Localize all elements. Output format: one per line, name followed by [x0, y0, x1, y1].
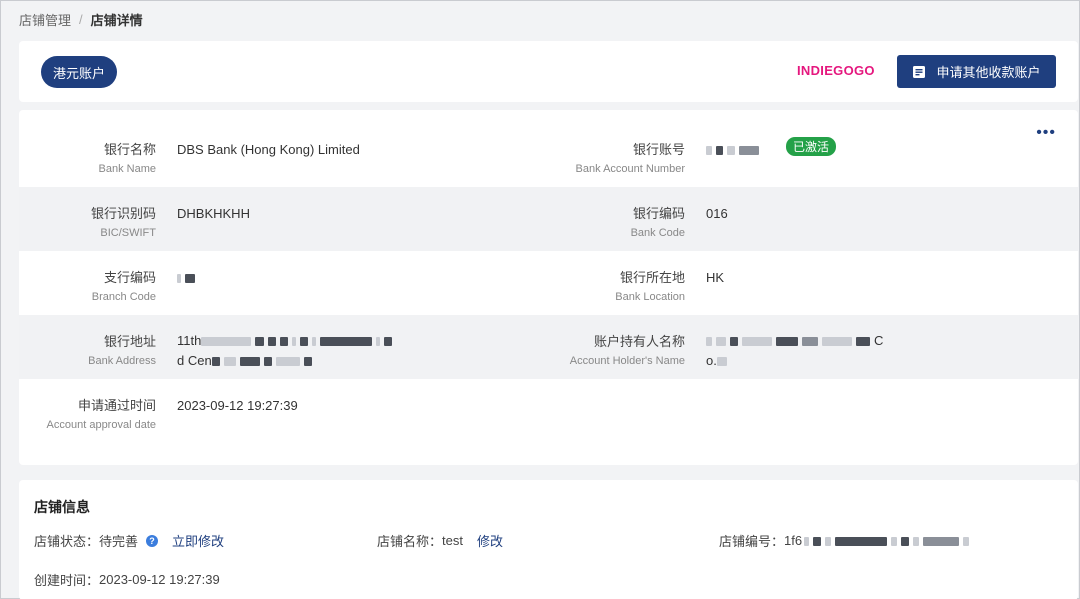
holder-name-line1: C — [874, 333, 884, 348]
tab-hkd-account[interactable]: 港元账户 — [41, 56, 118, 88]
account-number-label-cn: 银行账号 — [632, 142, 685, 157]
breadcrumb-parent[interactable]: 店铺管理 — [19, 10, 71, 29]
holder-name-line2: o. — [706, 353, 717, 368]
store-name-label: 店铺名称： — [377, 534, 443, 549]
bank-address-value: 11th d Cen — [177, 331, 396, 371]
detail-row-branch: 支行编码 Branch Code 银行所在地 Bank Location HK — [19, 251, 1078, 315]
bic-label-cn: 银行识别码 — [90, 206, 156, 221]
status-badge: 已激活 — [786, 137, 837, 156]
bank-name-label-en: Bank Name — [98, 163, 156, 175]
approval-date-value: 2023-09-12 19:27:39 — [177, 398, 298, 413]
modify-name-link[interactable]: 修改 — [477, 531, 503, 550]
bank-location-label-cn: 银行所在地 — [619, 270, 685, 285]
account-number-value — [706, 141, 763, 159]
approval-date-label-cn: 申请通过时间 — [77, 398, 156, 413]
bic-label-en: BIC/SWIFT — [100, 227, 156, 239]
bank-location-label: 银行所在地 Bank Location — [615, 269, 685, 305]
account-number-label-en: Bank Account Number — [575, 163, 685, 175]
approval-date-label: 申请通过时间 Account approval date — [47, 397, 156, 433]
bank-address-line1: 11th — [177, 333, 202, 348]
apply-other-account-button[interactable]: 申请其他收款账户 — [897, 55, 1056, 88]
store-status-line: 店铺状态： 待完善 ? 立即修改 — [34, 531, 224, 550]
bank-name-label-cn: 银行名称 — [103, 142, 156, 157]
bank-code-label-cn: 银行编码 — [632, 206, 685, 221]
bank-code-label-en: Bank Code — [630, 227, 685, 239]
created-time-value: 2023-09-12 19:27:39 — [99, 572, 220, 587]
store-status-value: 待完善 — [99, 534, 139, 549]
help-icon[interactable]: ? — [146, 534, 159, 547]
bank-name-value: DBS Bank (Hong Kong) Limited — [177, 142, 360, 157]
breadcrumb-current: 店铺详情 — [90, 13, 143, 28]
breadcrumb: 店铺管理 / 店铺详情 — [19, 10, 143, 29]
store-id-label: 店铺编号： — [719, 534, 785, 549]
store-name-line: 店铺名称： test 修改 — [377, 531, 503, 550]
apply-button-label: 申请其他收款账户 — [936, 65, 1041, 80]
account-header-card: 港元账户 INDIEGOGO 申请其他收款账户 — [19, 41, 1078, 102]
indiegogo-logo: INDIEGOGO — [797, 63, 875, 78]
account-number-label: 银行账号 Bank Account Number — [576, 141, 685, 177]
bank-code-value: 016 — [706, 206, 728, 221]
bank-code-label: 银行编码 Bank Code — [631, 205, 685, 241]
holder-name-label-cn: 账户持有人名称 — [593, 334, 685, 349]
branch-code-value — [177, 269, 199, 287]
bank-name-label: 银行名称 Bank Name — [99, 141, 156, 177]
holder-name-label: 账户持有人名称 Account Holder's Name — [570, 333, 685, 369]
bic-label: 银行识别码 BIC/SWIFT — [91, 205, 156, 241]
holder-name-label-en: Account Holder's Name — [569, 355, 685, 367]
holder-name-value: C o. — [706, 331, 883, 371]
bank-address-line2: d Cen — [177, 353, 212, 368]
account-detail-card: ••• 银行名称 Bank Name DBS Bank (Hong Kong) … — [19, 110, 1078, 465]
store-info-card: 店铺信息 店铺状态： 待完善 ? 立即修改 店铺名称： test 修改 店铺编号… — [19, 480, 1078, 599]
branch-code-label: 支行编码 Branch Code — [92, 269, 156, 305]
breadcrumb-separator: / — [79, 12, 83, 27]
created-time-label: 创建时间： — [34, 573, 100, 588]
store-name-value: test — [442, 533, 463, 548]
detail-row-address: 银行地址 Bank Address 11th d Cen 账户持有人名称 Acc… — [19, 315, 1078, 379]
form-icon — [912, 65, 926, 79]
store-info-title: 店铺信息 — [34, 499, 90, 515]
detail-row-approval: 申请通过时间 Account approval date 2023-09-12 … — [19, 379, 1078, 443]
bank-address-label: 银行地址 Bank Address — [88, 333, 156, 369]
store-created-line: 创建时间： 2023-09-12 19:27:39 — [34, 570, 220, 589]
store-id-line: 店铺编号： 1f6 — [719, 531, 973, 550]
branch-code-label-en: Branch Code — [91, 291, 156, 303]
branch-code-label-cn: 支行编码 — [103, 270, 156, 285]
detail-row-bank-name: 银行名称 Bank Name DBS Bank (Hong Kong) Limi… — [19, 123, 1078, 187]
detail-row-bic: 银行识别码 BIC/SWIFT DHBKHKHH 银行编码 Bank Code … — [19, 187, 1078, 251]
modify-now-link[interactable]: 立即修改 — [172, 531, 224, 550]
bank-address-label-cn: 银行地址 — [103, 334, 156, 349]
bank-location-value: HK — [706, 270, 725, 285]
store-id-value: 1f6 — [784, 533, 803, 548]
bic-value: DHBKHKHH — [177, 206, 250, 221]
store-status-label: 店铺状态： — [34, 534, 100, 549]
bank-location-label-en: Bank Location — [615, 291, 685, 303]
approval-date-label-en: Account approval date — [46, 419, 156, 431]
bank-address-label-en: Bank Address — [88, 355, 156, 367]
